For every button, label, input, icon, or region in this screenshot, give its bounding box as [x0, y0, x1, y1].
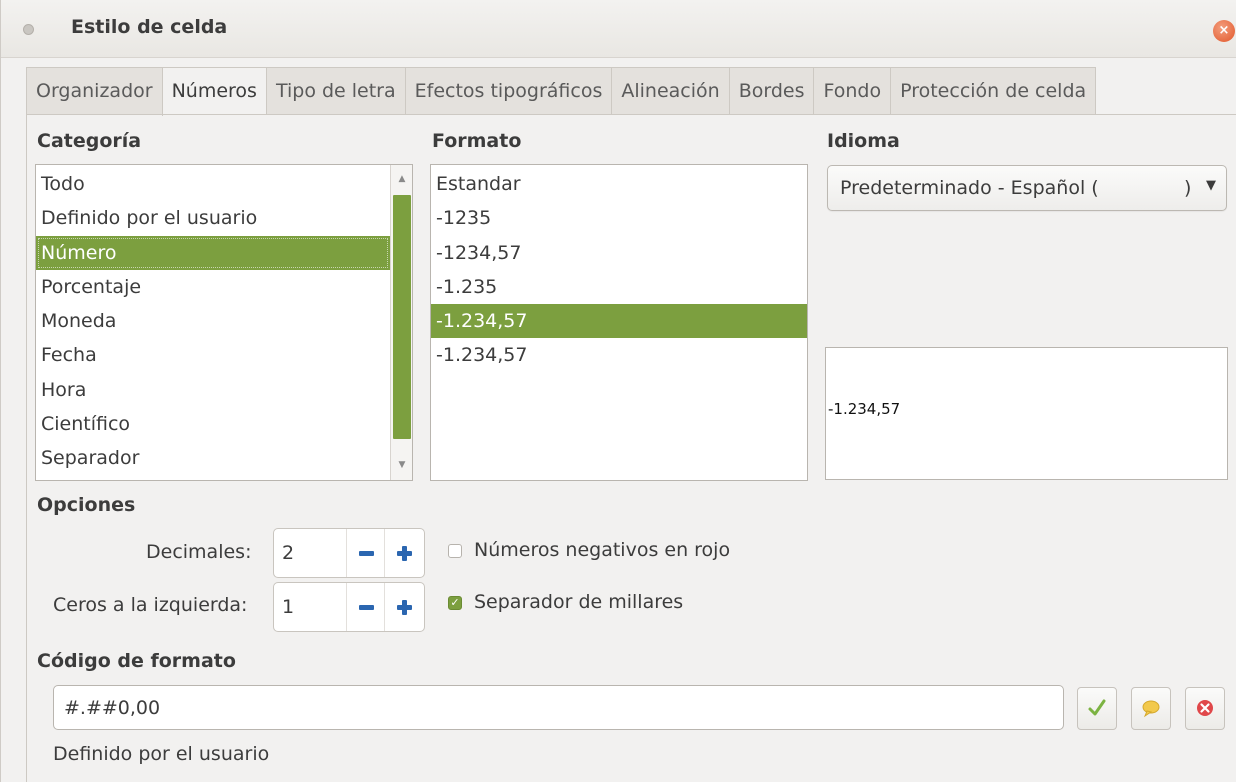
- window-menu-icon[interactable]: [23, 24, 34, 35]
- list-item[interactable]: -1.234,57: [431, 304, 807, 339]
- tab-borders[interactable]: Bordes: [728, 67, 814, 115]
- close-button[interactable]: ×: [1213, 20, 1235, 42]
- list-item[interactable]: -1235: [431, 201, 807, 235]
- tab-cell-protection[interactable]: Protección de celda: [890, 67, 1097, 115]
- language-dropdown[interactable]: Predeterminado - Español ( ) ▼: [827, 165, 1227, 211]
- decrement-button[interactable]: [346, 583, 384, 631]
- list-item[interactable]: Separador: [36, 441, 390, 475]
- language-value: Predeterminado - Español (: [840, 177, 1099, 199]
- delete-format-button[interactable]: [1185, 687, 1225, 730]
- language-value-tail: ): [1184, 177, 1192, 199]
- plus-icon-vertical: [402, 546, 407, 561]
- tab-font[interactable]: Tipo de letra: [265, 67, 405, 115]
- chevron-down-icon: ▼: [1206, 178, 1216, 193]
- delete-icon: [1197, 700, 1213, 716]
- format-code-value[interactable]: #.##0,00: [64, 697, 160, 719]
- list-item[interactable]: Hora: [36, 373, 390, 407]
- format-code-label: Código de formato: [37, 650, 236, 672]
- negative-red-checkbox[interactable]: [448, 544, 462, 558]
- minus-icon: [359, 605, 374, 610]
- plus-icon-vertical: [402, 600, 407, 615]
- decrement-button[interactable]: [346, 529, 384, 577]
- window-title: Estilo de celda: [71, 16, 228, 38]
- scroll-thumb[interactable]: [393, 195, 411, 439]
- thousands-separator-checkbox[interactable]: ✓: [448, 596, 462, 610]
- increment-button[interactable]: [384, 583, 422, 631]
- scroll-down-icon[interactable]: ▼: [391, 455, 412, 475]
- format-list[interactable]: Estandar -1235 -1234,57 -1.235 -1.234,57…: [430, 164, 808, 481]
- list-item[interactable]: Moneda: [36, 304, 390, 338]
- list-item[interactable]: Número: [36, 235, 390, 270]
- category-scrollbar[interactable]: ▲ ▼: [390, 165, 412, 480]
- tab-alignment[interactable]: Alineación: [611, 67, 729, 115]
- thousands-separator-label: Separador de millares: [474, 591, 684, 613]
- list-item[interactable]: Fecha: [36, 338, 390, 372]
- edit-comment-button[interactable]: [1131, 687, 1171, 730]
- list-item[interactable]: Científico: [36, 407, 390, 441]
- tab-bar: Organizador Números Tipo de letra Efecto…: [26, 67, 1097, 116]
- comment-icon: [1142, 700, 1160, 718]
- tab-background[interactable]: Fondo: [813, 67, 891, 115]
- minus-icon: [359, 551, 374, 556]
- decimals-label: Decimales:: [146, 541, 252, 563]
- list-item[interactable]: -1234,57: [431, 236, 807, 270]
- format-code-input[interactable]: #.##0,00: [53, 685, 1064, 730]
- decimals-stepper[interactable]: 2: [273, 528, 425, 578]
- list-item[interactable]: -1.235: [431, 270, 807, 304]
- tab-font-effects[interactable]: Efectos tipográficos: [404, 67, 612, 115]
- list-item[interactable]: Definido por el usuario: [36, 201, 390, 235]
- list-item[interactable]: Todo: [36, 167, 390, 201]
- title-bar: Estilo de celda ×: [1, 0, 1236, 58]
- scroll-up-icon[interactable]: ▲: [391, 169, 412, 189]
- category-label: Categoría: [37, 130, 142, 152]
- category-list[interactable]: Todo Definido por el usuario Número Porc…: [35, 164, 413, 481]
- negative-red-label: Números negativos en rojo: [474, 539, 731, 561]
- cell-style-dialog: Estilo de celda × Organizador Números Ti…: [0, 0, 1236, 782]
- tab-numbers[interactable]: Números: [161, 67, 266, 116]
- increment-button[interactable]: [384, 529, 422, 577]
- format-description: Definido por el usuario: [53, 743, 270, 765]
- format-preview: -1.234,57: [825, 347, 1228, 480]
- language-label: Idioma: [827, 130, 900, 152]
- leading-zeros-label: Ceros a la izquierda:: [53, 594, 248, 616]
- list-item[interactable]: -1.234,57: [431, 338, 807, 372]
- list-item[interactable]: Estandar: [431, 167, 807, 201]
- tab-organizer[interactable]: Organizador: [26, 67, 162, 115]
- list-item[interactable]: Porcentaje: [36, 270, 390, 304]
- options-label: Opciones: [37, 494, 136, 516]
- checkmark-icon: [1088, 699, 1106, 716]
- decimals-value[interactable]: 2: [282, 542, 294, 564]
- preview-text: -1.234,57: [828, 400, 901, 418]
- add-format-button[interactable]: [1077, 687, 1117, 730]
- format-label: Formato: [432, 130, 522, 152]
- leading-zeros-value[interactable]: 1: [282, 596, 294, 618]
- leading-zeros-stepper[interactable]: 1: [273, 582, 425, 632]
